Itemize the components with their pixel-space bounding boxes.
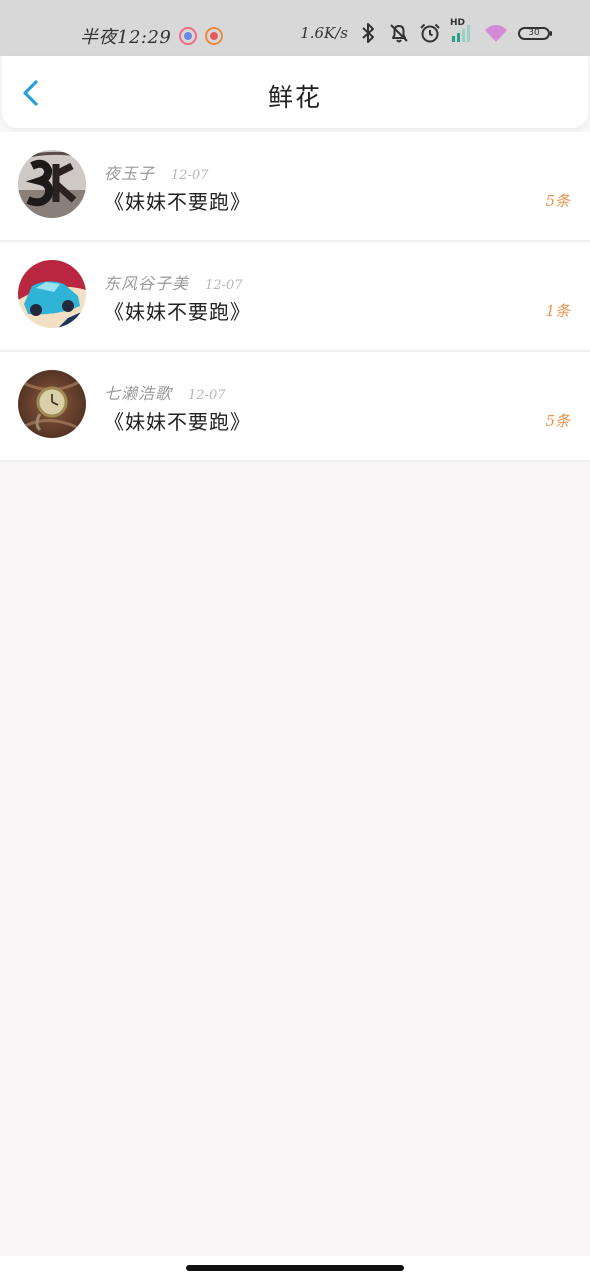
gift-count: 5条	[545, 192, 570, 210]
avatar-pocket-watch-icon	[18, 370, 86, 438]
bluetooth-icon	[362, 23, 374, 43]
gift-count: 5条	[545, 412, 570, 430]
gift-list: 夜玉子 12-07 《妹妹不要跑》 5条 东风谷子美 12-07 《妹妹不要跑》…	[0, 132, 590, 462]
gift-date: 12-07	[171, 168, 209, 183]
gift-name: 《妹妹不要跑》	[104, 190, 251, 214]
sender-name: 东风谷子美	[104, 274, 190, 293]
sender-name: 夜玉子	[104, 164, 156, 183]
avatar[interactable]	[18, 150, 86, 218]
mute-bell-icon	[390, 24, 408, 43]
status-bar: 半夜12:29 1.6K/s HD 30	[0, 0, 590, 56]
gift-date: 12-07	[188, 388, 226, 403]
alarm-icon	[420, 23, 440, 43]
avatar-blue-toy-car-icon	[18, 260, 86, 328]
page-title: 鲜花	[267, 83, 322, 112]
app-notification-icon	[179, 27, 198, 45]
gift-name: 《妹妹不要跑》	[104, 300, 251, 324]
avatar[interactable]	[18, 260, 86, 328]
list-item[interactable]: 夜玉子 12-07 《妹妹不要跑》 5条	[0, 132, 590, 242]
battery-icon: 30	[518, 26, 552, 40]
gift-count: 1条	[545, 302, 570, 320]
app-notification-icon-2	[205, 27, 224, 45]
gift-name: 《妹妹不要跑》	[104, 410, 251, 434]
sender-name: 七濑浩歌	[104, 384, 173, 403]
signal-icon: HD	[450, 18, 474, 44]
home-indicator[interactable]	[186, 1265, 404, 1271]
avatar-number-art-icon	[18, 150, 86, 218]
gift-date: 12-07	[205, 278, 243, 293]
list-item[interactable]: 七濑浩歌 12-07 《妹妹不要跑》 5条	[0, 352, 590, 462]
network-speed: 1.6K/s	[300, 24, 348, 42]
status-time: 半夜12:29	[80, 27, 172, 48]
top-nav-bar: 鲜花	[2, 56, 588, 128]
avatar[interactable]	[18, 370, 86, 438]
wifi-icon	[485, 25, 507, 42]
list-item[interactable]: 东风谷子美 12-07 《妹妹不要跑》 1条	[0, 242, 590, 352]
